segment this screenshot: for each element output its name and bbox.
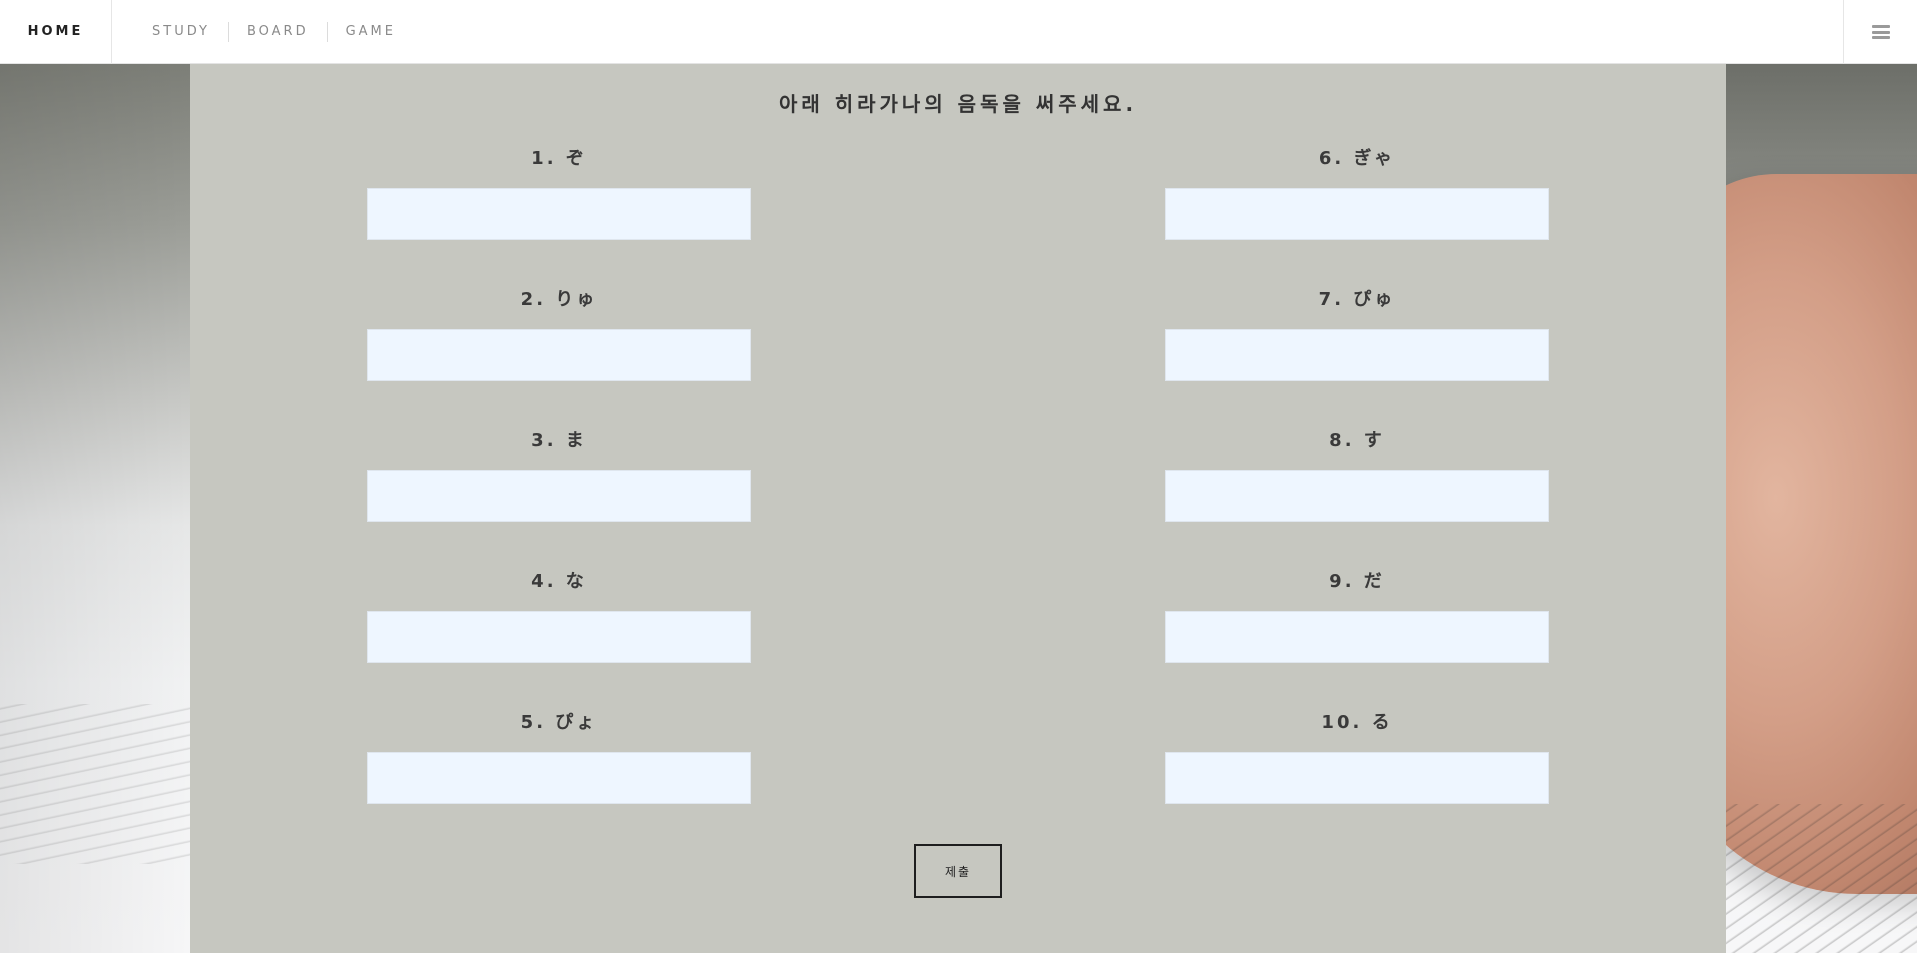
question-label: 6. ぎゃ: [1318, 148, 1396, 169]
question-label: 4. な: [531, 571, 587, 592]
answer-input-7[interactable]: [1165, 329, 1549, 381]
question-label: 10. る: [1321, 712, 1393, 733]
nav-board[interactable]: BOARD: [229, 24, 327, 39]
answer-input-2[interactable]: [367, 329, 751, 381]
question-label: 5. ぴょ: [520, 712, 598, 733]
answer-input-4[interactable]: [367, 611, 751, 663]
submit-button[interactable]: 제출: [914, 844, 1002, 898]
hamburger-menu-icon: [1871, 25, 1890, 39]
background-paper-left: [0, 704, 200, 864]
answer-input-9[interactable]: [1165, 611, 1549, 663]
nav-study[interactable]: STUDY: [140, 24, 228, 39]
top-header: HOME STUDY BOARD GAME: [0, 0, 1917, 64]
home-link[interactable]: HOME: [0, 0, 112, 64]
quiz-instruction: 아래 히라가나의 음독을 써주세요.: [778, 92, 1138, 116]
main-nav: STUDY BOARD GAME: [112, 0, 414, 64]
question-label: 3. ま: [531, 430, 587, 451]
question-label: 7. ぴゅ: [1318, 289, 1396, 310]
answer-input-6[interactable]: [1165, 188, 1549, 240]
answer-input-10[interactable]: [1165, 752, 1549, 804]
answer-input-5[interactable]: [367, 752, 751, 804]
question-label: 9. だ: [1329, 571, 1385, 592]
background-paper-right: [1697, 804, 1917, 953]
answer-input-1[interactable]: [367, 188, 751, 240]
question-label: 1. ぞ: [531, 148, 587, 169]
menu-button[interactable]: [1843, 0, 1917, 64]
answer-input-8[interactable]: [1165, 470, 1549, 522]
nav-game[interactable]: GAME: [328, 24, 414, 39]
question-label: 8. す: [1329, 430, 1385, 451]
question-label: 2. りゅ: [520, 289, 598, 310]
quiz-panel: 아래 히라가나의 음독을 써주세요. 1. ぞ 2. りゅ 3. ま 4. な …: [190, 64, 1726, 953]
answer-input-3[interactable]: [367, 470, 751, 522]
